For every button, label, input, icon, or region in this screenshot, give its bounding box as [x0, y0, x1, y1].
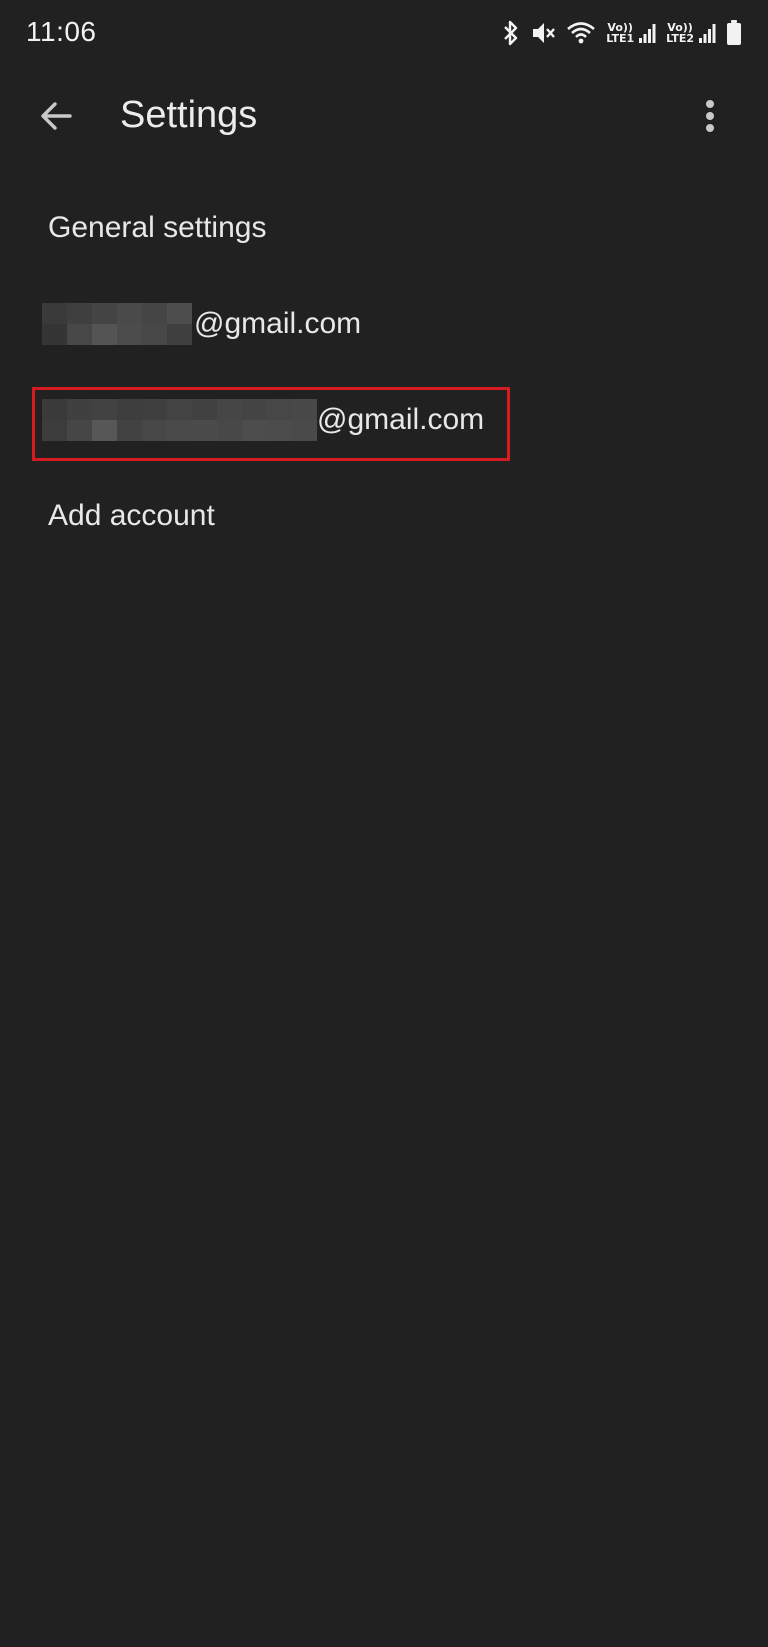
back-button[interactable] — [28, 90, 84, 146]
add-account-item[interactable]: Add account — [0, 468, 768, 564]
account-2-row: @gmail.com — [42, 399, 484, 441]
general-settings-label: General settings — [48, 211, 267, 244]
app-bar: Settings — [0, 66, 768, 170]
redacted-username-1 — [42, 303, 192, 345]
account-2-domain: @gmail.com — [317, 403, 485, 436]
more-vert-icon — [704, 98, 716, 139]
volte-lte1-icon: Vo)) LTE1 — [606, 22, 634, 44]
status-bar: 11:06 Vo)) LTE1 Vo)) LTE2 — [0, 0, 768, 66]
volte-lte2-icon: Vo)) LTE2 — [666, 22, 694, 44]
lte1-bottom: LTE1 — [606, 32, 635, 45]
sim2-status: Vo)) LTE2 — [666, 22, 716, 44]
redacted-username-2 — [42, 399, 317, 441]
add-account-label: Add account — [48, 499, 215, 532]
arrow-back-icon — [38, 98, 74, 139]
account-item-2[interactable]: @gmail.com — [0, 372, 768, 468]
signal2-icon — [698, 22, 716, 44]
more-options-button[interactable] — [682, 90, 738, 146]
page-title: Settings — [120, 94, 258, 136]
account-1-domain: @gmail.com — [194, 307, 362, 340]
account-1-row: @gmail.com — [42, 303, 361, 345]
mute-icon — [530, 20, 556, 46]
account-item-1[interactable]: @gmail.com — [0, 276, 768, 372]
sim1-status: Vo)) LTE1 — [606, 22, 656, 44]
signal1-icon — [638, 22, 656, 44]
general-settings-item[interactable]: General settings — [0, 180, 768, 276]
lte2-bottom: LTE2 — [666, 32, 694, 45]
status-time: 11:06 — [26, 16, 97, 47]
battery-icon — [726, 20, 742, 46]
wifi-icon — [566, 20, 596, 46]
status-icons: Vo)) LTE1 Vo)) LTE2 — [502, 18, 742, 48]
bluetooth-icon — [502, 20, 520, 46]
